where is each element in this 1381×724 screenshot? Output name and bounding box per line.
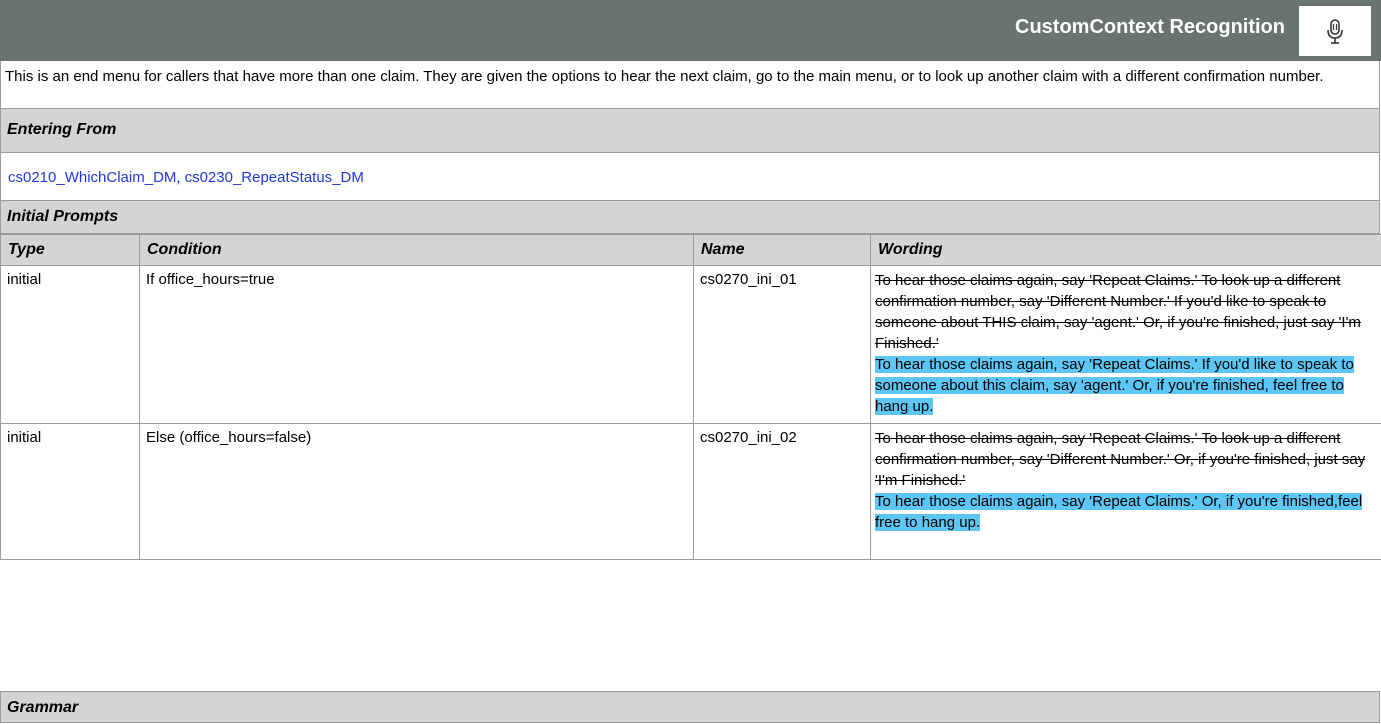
wording-inserted: To hear those claims again, say 'Repeat … xyxy=(875,493,1362,531)
link-separator: , xyxy=(176,169,180,186)
entering-from-header: Entering From xyxy=(0,109,1380,153)
table-row: initial Else (office_hours=false) cs0270… xyxy=(1,424,1381,560)
table-row: initial If office_hours=true cs0270_ini_… xyxy=(1,266,1381,424)
table-header-row: Type Condition Name Wording xyxy=(1,235,1381,266)
wording-deleted: To hear those claims again, say 'Repeat … xyxy=(875,430,1365,489)
cell-wording: To hear those claims again, say 'Repeat … xyxy=(871,266,1381,424)
microphone-icon xyxy=(1326,19,1344,45)
entering-from-links: cs0210_WhichClaim_DM, cs0230_RepeatStatu… xyxy=(0,153,1380,201)
initial-prompts-header: Initial Prompts xyxy=(0,201,1380,234)
link-which-claim[interactable]: cs0210_WhichClaim_DM xyxy=(8,169,176,186)
cell-condition: If office_hours=true xyxy=(140,266,694,424)
entering-from-label: Entering From xyxy=(7,121,116,138)
column-header-name: Name xyxy=(694,235,871,266)
header-bar: CustomContext Recognition xyxy=(0,0,1381,61)
cell-wording: To hear those claims again, say 'Repeat … xyxy=(871,424,1381,560)
prompts-table: Type Condition Name Wording initial If o… xyxy=(0,234,1381,560)
page-title: CustomContext Recognition xyxy=(1015,16,1285,39)
column-header-type: Type xyxy=(1,235,140,266)
wording-deleted: To hear those claims again, say 'Repeat … xyxy=(875,272,1361,352)
cell-type: initial xyxy=(1,424,140,560)
description: This is an end menu for callers that hav… xyxy=(0,61,1380,109)
link-repeat-status[interactable]: cs0230_RepeatStatus_DM xyxy=(185,169,364,186)
wording-inserted: To hear those claims again, say 'Repeat … xyxy=(875,356,1354,415)
cell-name: cs0270_ini_01 xyxy=(694,266,871,424)
initial-prompts-label: Initial Prompts xyxy=(7,208,118,225)
column-header-wording: Wording xyxy=(871,235,1381,266)
grammar-header: Grammar xyxy=(0,691,1380,723)
grammar-label: Grammar xyxy=(7,699,78,716)
column-header-condition: Condition xyxy=(140,235,694,266)
cell-name: cs0270_ini_02 xyxy=(694,424,871,560)
cell-type: initial xyxy=(1,266,140,424)
cell-condition: Else (office_hours=false) xyxy=(140,424,694,560)
microphone-box xyxy=(1299,6,1371,56)
spec-page: CustomContext Recognition This is an end… xyxy=(0,0,1381,723)
